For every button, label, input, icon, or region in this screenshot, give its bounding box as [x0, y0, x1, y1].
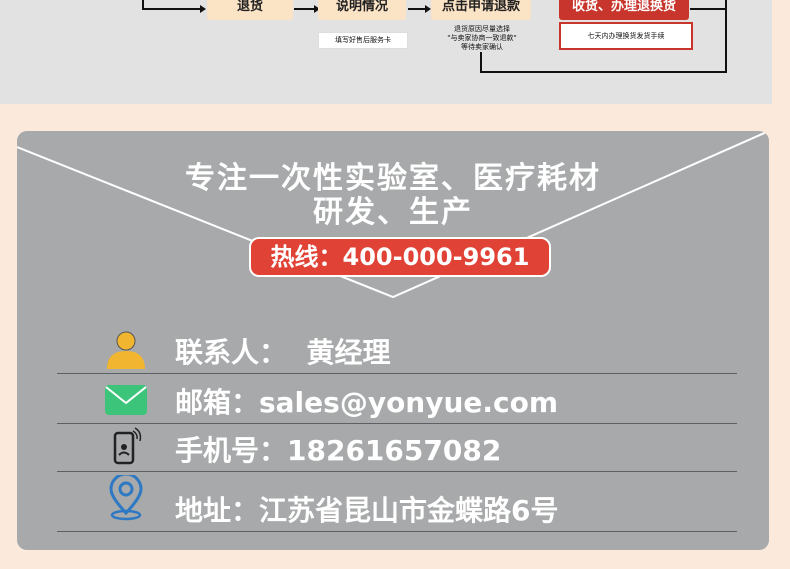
step-return: 退货	[207, 0, 293, 20]
contact-address-text: 地址：江苏省昆山市金蝶路6号	[175, 494, 559, 527]
flow-line-3	[294, 8, 316, 10]
flow-line-2	[142, 0, 144, 10]
process-flow-strip: 退货 说明情况 点击申请退款 收货、办理退换货 填写好售后服务卡 退货原因尽量选…	[0, 0, 772, 104]
contact-row-address: 地址：江苏省昆山市金蝶路6号	[57, 475, 737, 532]
flow-line-7	[725, 0, 727, 73]
note-refund-reason: 退货原因尽量选择 "与卖家协商一致退款" 等待卖家确认	[447, 25, 517, 51]
note-service-card: 填写好售后服务卡	[318, 32, 408, 49]
flow-line-6	[480, 71, 726, 73]
step-receive-exchange: 收货、办理退换货	[559, 0, 689, 20]
contact-card: 专注一次性实验室、医疗耗材 研发、生产 热线：400-000-9961 联系人：…	[17, 131, 769, 550]
person-icon	[107, 331, 145, 369]
headline-line-2: 研发、生产	[313, 195, 473, 230]
step-apply-refund: 点击申请退款	[431, 0, 531, 20]
mobile-phone-icon	[113, 427, 142, 465]
contact-person-text: 联系人： 黄经理	[175, 336, 391, 369]
hotline-badge[interactable]: 热线：400-000-9961	[249, 237, 551, 277]
flow-line-8	[690, 8, 726, 10]
flow-arrow-1	[200, 5, 206, 13]
step-explain: 说明情况	[318, 0, 406, 20]
contact-phone-text[interactable]: 手机号：18261657082	[175, 429, 501, 469]
envelope-icon	[105, 385, 147, 415]
note-seven-days: 七天内办理换货发货手续	[559, 22, 693, 50]
flow-line-1	[142, 8, 202, 10]
contact-row-phone: 手机号：18261657082	[57, 425, 737, 472]
flow-line-5	[480, 52, 482, 72]
contact-email-text[interactable]: 邮箱：sales@yonyue.com	[175, 381, 558, 421]
contact-row-email: 邮箱：sales@yonyue.com	[57, 377, 737, 424]
contact-row-person: 联系人： 黄经理	[57, 327, 737, 374]
location-pin-icon	[109, 475, 143, 521]
